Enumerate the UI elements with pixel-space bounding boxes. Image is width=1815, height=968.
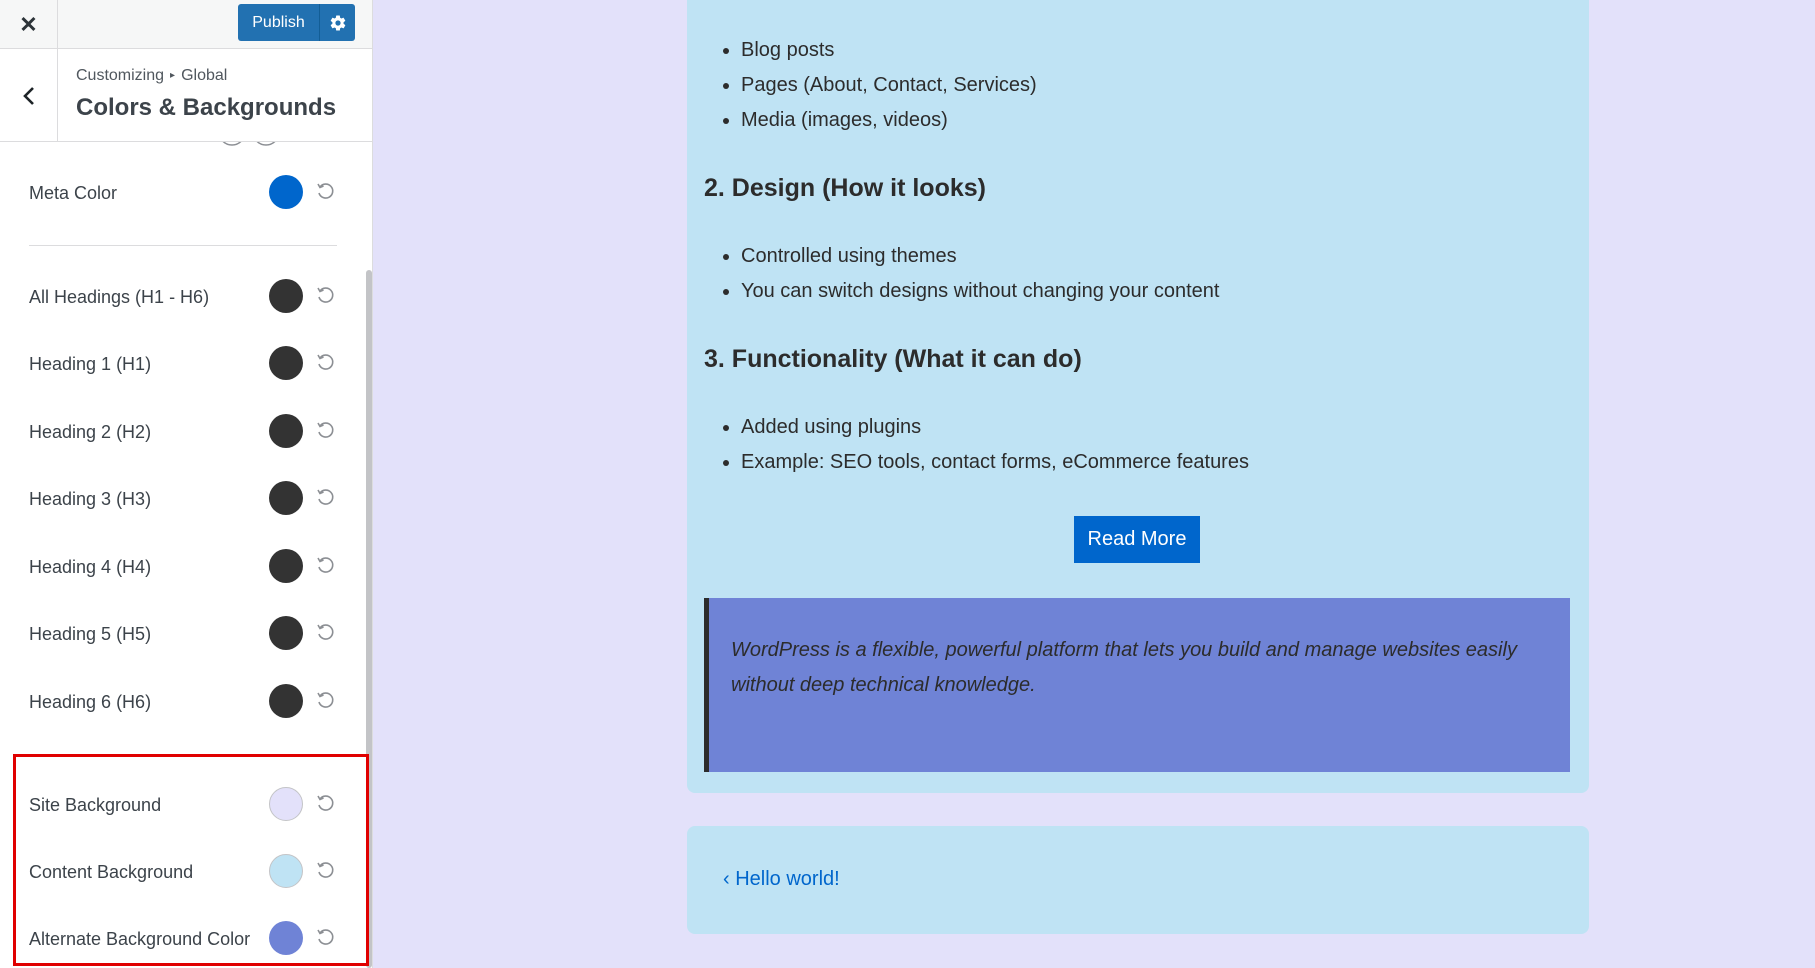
control-heading-2: Heading 2 (H2) [29, 412, 341, 452]
site-preview: Blog posts Pages (About, Contact, Servic… [374, 0, 1815, 968]
reset-icon[interactable] [315, 794, 335, 814]
control-label: Heading 4 (H4) [29, 557, 152, 577]
color-swatch[interactable] [269, 921, 303, 955]
color-swatch[interactable] [269, 481, 303, 515]
chevron-left-icon [22, 86, 34, 105]
control-heading-1: Heading 1 (H1) [29, 344, 341, 384]
publish-button[interactable]: Publish [238, 4, 319, 41]
close-customizer-button[interactable]: ✕ [0, 0, 58, 49]
post-navigation: ‹ Hello world! [687, 826, 1589, 934]
color-swatch[interactable] [269, 279, 303, 313]
reset-icon[interactable] [315, 353, 335, 373]
reset-icon[interactable] [315, 182, 335, 202]
list-item: Pages (About, Contact, Services) [723, 68, 1037, 103]
reset-icon[interactable] [315, 691, 335, 711]
control-label: Content Background [29, 862, 194, 882]
control-label: Heading 6 (H6) [29, 692, 152, 712]
blockquote: WordPress is a flexible, powerful platfo… [704, 598, 1570, 772]
list-item: Added using plugins [723, 410, 1249, 445]
control-all-headings: All Headings (H1 - H6) [29, 277, 341, 317]
content-list-2: Controlled using themes You can switch d… [723, 239, 1219, 309]
control-heading-3: Heading 3 (H3) [29, 479, 341, 519]
control-divider [29, 245, 337, 246]
color-swatch[interactable] [269, 787, 303, 821]
customizer-sidebar: ✕ Publish Customizing ▸ Global Colors & Ba… [0, 0, 373, 968]
control-label: Meta Color [29, 183, 118, 203]
control-label: Alternate Background Color [29, 929, 251, 949]
breadcrumb-root: Customizing [76, 67, 165, 84]
reset-icon[interactable] [315, 556, 335, 576]
customizer-topbar: ✕ Publish [0, 0, 372, 49]
reset-icon[interactable] [315, 861, 335, 881]
color-controls-panel[interactable]: Meta Color All Headings (H1 - H6) Headin… [0, 142, 372, 968]
color-swatch[interactable] [269, 616, 303, 650]
content-heading-design: 2. Design (How it looks) [704, 174, 986, 202]
content-heading-functionality: 3. Functionality (What it can do) [704, 345, 1082, 373]
reset-icon[interactable] [315, 928, 335, 948]
quote-text: WordPress is a flexible, powerful platfo… [731, 639, 1517, 696]
control-site-background: Site Background [29, 785, 341, 825]
control-meta-color: Meta Color [29, 173, 341, 213]
list-item: Media (images, videos) [723, 103, 1037, 138]
breadcrumb-separator: ▸ [170, 70, 176, 81]
control-content-background: Content Background [29, 852, 341, 892]
gear-icon [330, 15, 345, 31]
control-label: Site Background [29, 795, 162, 815]
color-swatch[interactable] [269, 414, 303, 448]
section-header: Customizing ▸ Global Colors & Backgrounds [0, 49, 372, 142]
control-label: Heading 5 (H5) [29, 624, 152, 644]
control-heading-5: Heading 5 (H5) [29, 614, 341, 654]
partial-swatch-row [222, 142, 276, 146]
control-label: Heading 2 (H2) [29, 422, 152, 442]
close-icon: ✕ [19, 11, 38, 37]
reset-icon[interactable] [315, 623, 335, 643]
control-label: Heading 1 (H1) [29, 354, 152, 374]
publish-settings-button[interactable] [319, 4, 355, 41]
reset-icon[interactable] [315, 286, 335, 306]
back-button[interactable] [0, 49, 58, 142]
control-heading-6: Heading 6 (H6) [29, 682, 341, 722]
list-item: You can switch designs without changing … [723, 274, 1219, 309]
reset-icon[interactable] [315, 488, 335, 508]
breadcrumb: Customizing ▸ Global [76, 67, 227, 85]
breadcrumb-leaf: Global [181, 67, 228, 84]
list-item: Example: SEO tools, contact forms, eComm… [723, 445, 1249, 480]
previous-post-link[interactable]: ‹ Hello world! [723, 868, 840, 891]
list-item: Blog posts [723, 33, 1037, 68]
sidebar-scrollbar[interactable] [366, 270, 372, 968]
publish-group: Publish [238, 4, 355, 41]
color-swatch[interactable] [269, 684, 303, 718]
control-heading-4: Heading 4 (H4) [29, 547, 341, 587]
color-swatch[interactable] [269, 175, 303, 209]
content-list-1: Blog posts Pages (About, Contact, Servic… [723, 33, 1037, 138]
read-more-button[interactable]: Read More [1074, 516, 1200, 563]
section-title: Colors & Backgrounds [76, 94, 337, 121]
control-label: Heading 3 (H3) [29, 489, 152, 509]
list-item: Controlled using themes [723, 239, 1219, 274]
color-swatch[interactable] [269, 854, 303, 888]
reset-icon[interactable] [315, 421, 335, 441]
color-swatch[interactable] [269, 346, 303, 380]
content-list-3: Added using plugins Example: SEO tools, … [723, 410, 1249, 480]
control-alternate-background: Alternate Background Color [29, 919, 341, 959]
content-card: Blog posts Pages (About, Contact, Servic… [687, 0, 1589, 793]
control-label: All Headings (H1 - H6) [29, 287, 210, 307]
color-swatch[interactable] [269, 549, 303, 583]
